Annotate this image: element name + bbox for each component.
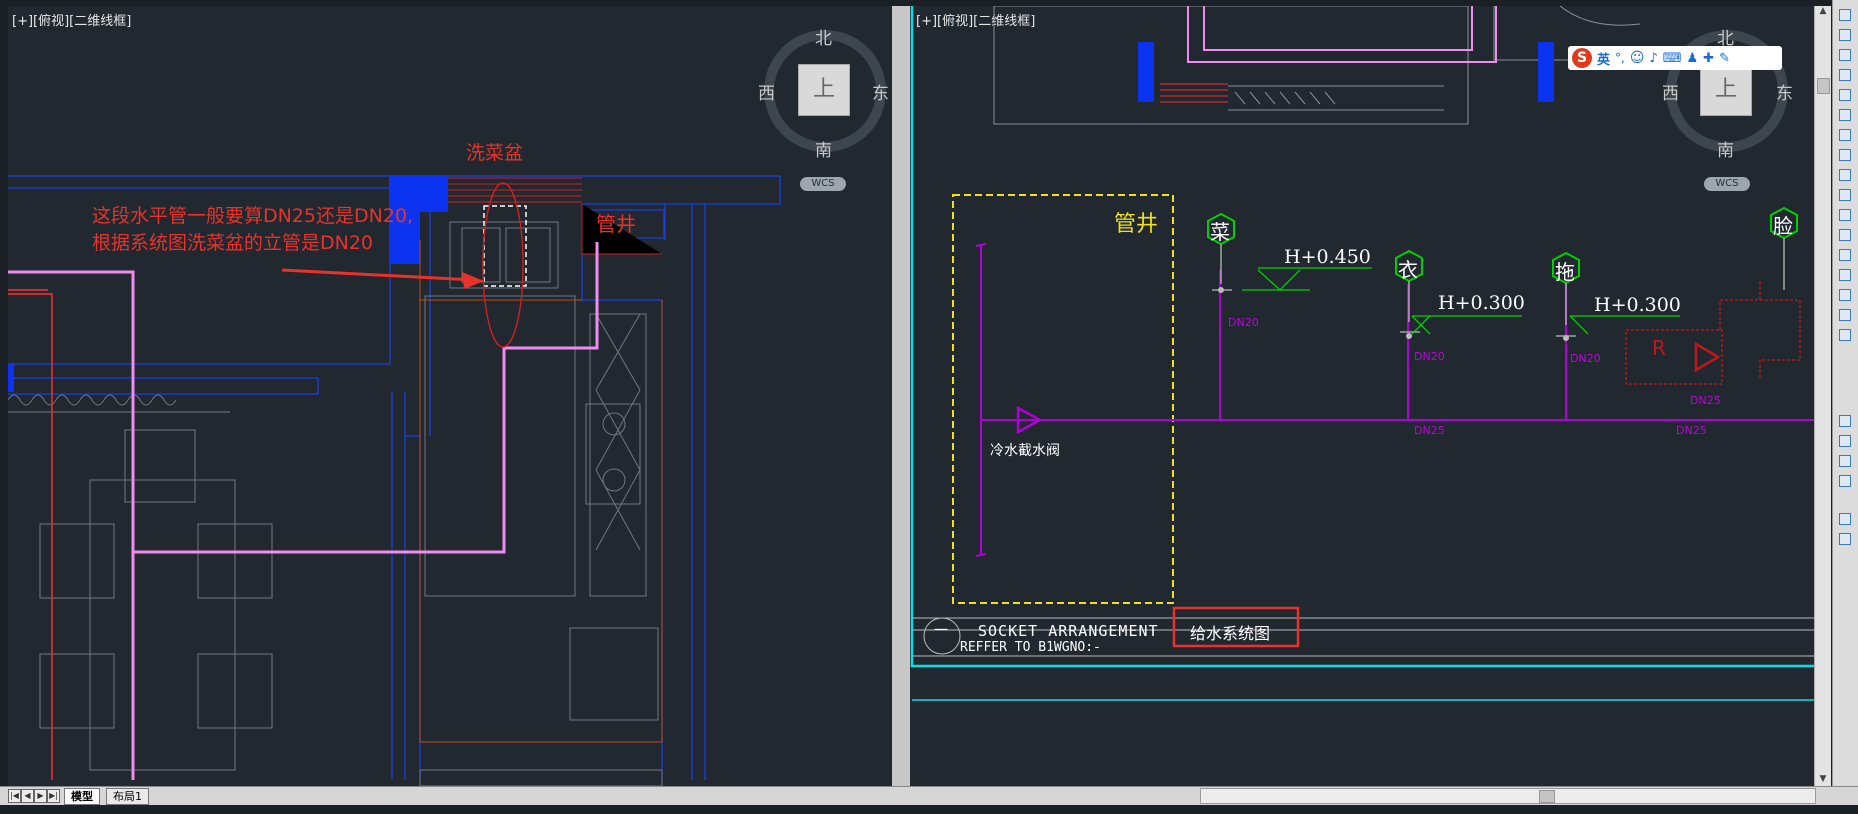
- dn25-label-a: DN25: [1414, 424, 1445, 437]
- toolbar-blend-icon[interactable]: [1836, 306, 1854, 324]
- title-block-symbol: 一: [934, 623, 948, 639]
- toolbar-trim-icon[interactable]: [1836, 186, 1854, 204]
- toolbar-explode-icon[interactable]: [1836, 326, 1854, 344]
- toolbar-dim-front-icon[interactable]: [1836, 530, 1854, 548]
- left-compass-west[interactable]: 西: [758, 79, 775, 104]
- title-block-name: 给水系统图: [1190, 624, 1271, 643]
- left-compass-east[interactable]: 东: [872, 79, 889, 104]
- right-compass-east[interactable]: 东: [1776, 79, 1793, 104]
- ime-tools-icon[interactable]: ✎: [1719, 51, 1730, 66]
- fixture-lian: 脸: [1773, 214, 1793, 238]
- toolbar-move-icon[interactable]: [1836, 106, 1854, 124]
- toolbar-erase-icon[interactable]: [1836, 6, 1854, 24]
- annotation-arrow: [281, 268, 475, 282]
- left-drawing[interactable]: [8, 6, 892, 786]
- tab-model[interactable]: 模型: [64, 788, 100, 805]
- ime-lang-toggle[interactable]: 英: [1597, 49, 1610, 68]
- r-valve-symbol: [1694, 341, 1721, 373]
- toolbar-draworder-front-icon[interactable]: [1836, 412, 1854, 430]
- tab-last-icon[interactable]: ▶|: [47, 789, 60, 803]
- height-label-1: H+0.450: [1284, 246, 1371, 268]
- ime-voice-icon[interactable]: ♪: [1649, 51, 1657, 66]
- shaft-label-right: 管井: [1114, 212, 1159, 237]
- toolbar-fillet-icon[interactable]: [1836, 286, 1854, 304]
- tab-first-icon[interactable]: |◀: [8, 789, 21, 803]
- ime-keyboard-icon[interactable]: ⌨: [1663, 51, 1682, 66]
- height-label-2: H+0.300: [1438, 292, 1525, 314]
- toolbar-copy-icon[interactable]: [1836, 26, 1854, 44]
- left-viewcube-top[interactable]: 上: [798, 64, 850, 116]
- ime-emoji-icon[interactable]: ☺: [1630, 50, 1645, 66]
- left-wcs-menu[interactable]: WCS: [800, 177, 846, 191]
- ime-user-icon[interactable]: ♟: [1687, 51, 1699, 66]
- ime-logo-icon[interactable]: S: [1572, 48, 1592, 68]
- scroll-thumb[interactable]: [1817, 78, 1830, 94]
- height-label-3: H+0.300: [1594, 294, 1681, 316]
- left-compass-north[interactable]: 北: [815, 24, 832, 49]
- fixture-cai: 菜: [1210, 220, 1230, 244]
- right-compass-west[interactable]: 西: [1662, 79, 1679, 104]
- horizontal-scrollbar[interactable]: [1200, 788, 1816, 804]
- toolbar-draworder-under-icon[interactable]: [1836, 472, 1854, 490]
- toolbar-chamfer-icon[interactable]: [1836, 266, 1854, 284]
- walls: [8, 175, 781, 780]
- title-block-line-1: SOCKET ARRANGEMENT: [978, 622, 1159, 640]
- toolbar-draworder-above-icon[interactable]: [1836, 452, 1854, 470]
- shaft-box: [952, 194, 1174, 604]
- dn25-label-b: DN25: [1676, 424, 1707, 437]
- question-line-1: 这段水平管一般要算DN25还是DN20,: [92, 205, 414, 227]
- ime-skin-icon[interactable]: ✚: [1703, 51, 1714, 66]
- dn20-label-a: DN20: [1228, 316, 1259, 329]
- toolbar-array-icon[interactable]: [1836, 86, 1854, 104]
- viewport-divider[interactable]: [892, 6, 910, 786]
- sink-label: 洗菜盆: [466, 142, 524, 164]
- tab-next-icon[interactable]: ▶: [34, 789, 47, 803]
- dn20-label-b: DN20: [1414, 350, 1445, 363]
- left-compass-south[interactable]: 南: [815, 136, 832, 161]
- r-mark: R: [1652, 336, 1666, 360]
- right-viewcube-top[interactable]: 上: [1700, 64, 1752, 116]
- toolbar-scale-icon[interactable]: [1836, 146, 1854, 164]
- ime-punct-toggle[interactable]: °,: [1615, 51, 1625, 65]
- scroll-up-icon[interactable]: ▲: [1815, 6, 1831, 20]
- right-wall-fill: [1138, 42, 1154, 102]
- ime-toolbar[interactable]: S 英 °, ☺ ♪ ⌨ ♟ ✚ ✎: [1568, 46, 1782, 70]
- tab-layout1[interactable]: 布局1: [106, 788, 149, 805]
- toolbar-offset-icon[interactable]: [1836, 66, 1854, 84]
- toolbar-mirror-icon[interactable]: [1836, 46, 1854, 64]
- fixture-yi: 衣: [1398, 258, 1418, 282]
- toolbar-break-icon[interactable]: [1836, 226, 1854, 244]
- fixture-tuo: 拖: [1555, 260, 1575, 284]
- vertical-scrollbar[interactable]: ▲ ▼: [1814, 6, 1831, 786]
- dn20-label-c: DN20: [1570, 352, 1601, 365]
- wall-fill-blue-3: [8, 364, 14, 392]
- dn25-label-c: DN25: [1690, 394, 1721, 407]
- right-wcs-menu[interactable]: WCS: [1704, 177, 1750, 191]
- toolbar-stretch-icon[interactable]: [1836, 166, 1854, 184]
- toolbar-extend-icon[interactable]: [1836, 206, 1854, 224]
- tab-prev-icon[interactable]: ◀: [21, 789, 34, 803]
- shaft-label-left: 管井: [596, 212, 636, 236]
- right-wall-fill-2: [1538, 42, 1554, 102]
- title-block-line-2: REFFER TO B1WGNO:-: [960, 640, 1101, 655]
- toolbar-rotate-icon[interactable]: [1836, 126, 1854, 144]
- hscroll-thumb[interactable]: [1539, 790, 1555, 803]
- toolbar-join-icon[interactable]: [1836, 246, 1854, 264]
- scroll-down-icon[interactable]: ▼: [1815, 774, 1831, 784]
- right-compass-south[interactable]: 南: [1717, 136, 1734, 161]
- valve-label: 冷水截水阀: [990, 443, 1060, 459]
- toolbar-draworder-back-icon[interactable]: [1836, 432, 1854, 450]
- question-line-2: 根据系统图洗菜盆的立管是DN20: [92, 232, 374, 254]
- toolbar-text-front-icon[interactable]: [1836, 510, 1854, 528]
- highlight-ellipse: [482, 182, 524, 348]
